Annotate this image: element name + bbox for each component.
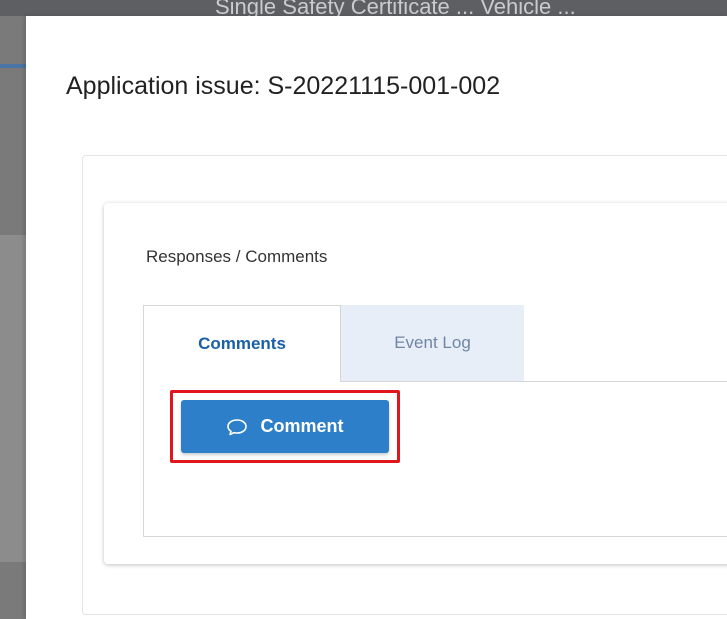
background-accent-bar xyxy=(0,64,26,68)
background-header: Single Safety Certificate ... Vehicle ..… xyxy=(0,0,727,16)
application-issue-modal: Application issue: S-20221115-001-002 Re… xyxy=(26,16,727,619)
comments-tab-panel: Comment xyxy=(143,381,727,537)
modal-title: Application issue: S-20221115-001-002 xyxy=(66,72,501,100)
tab-event-log[interactable]: Event Log xyxy=(341,305,524,381)
responses-comments-card: Responses / Comments Comments Event Log … xyxy=(104,203,727,564)
tab-comments[interactable]: Comments xyxy=(143,305,341,382)
modal-body-panel: Responses / Comments Comments Event Log … xyxy=(82,155,727,615)
comment-button[interactable]: Comment xyxy=(181,400,389,453)
comment-button-label: Comment xyxy=(260,416,344,436)
background-page-title: Single Safety Certificate ... Vehicle ..… xyxy=(215,0,576,16)
card-heading: Responses / Comments xyxy=(146,247,328,266)
background-panel xyxy=(0,235,26,562)
speech-bubble-icon xyxy=(226,418,248,436)
tab-bar: Comments Event Log xyxy=(143,305,727,382)
